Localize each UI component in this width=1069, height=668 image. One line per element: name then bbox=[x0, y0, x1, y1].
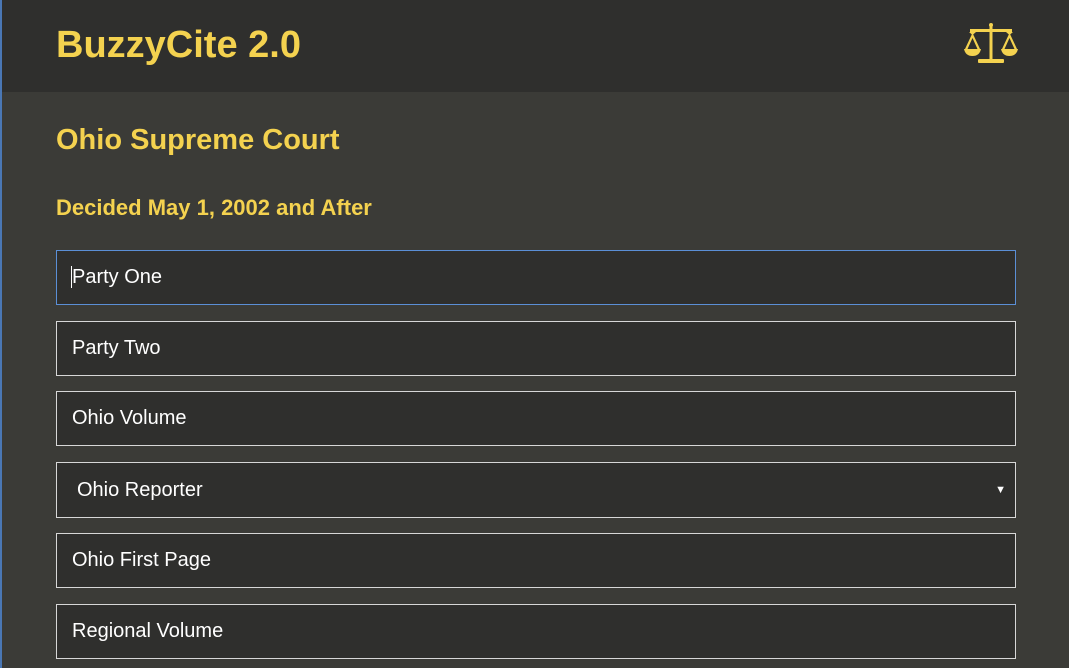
app-header: BuzzyCite 2.0 bbox=[2, 0, 1069, 92]
ohio-reporter-select[interactable]: Ohio Reporter ▼ bbox=[56, 462, 1016, 518]
court-title: Ohio Supreme Court bbox=[56, 124, 340, 156]
window-edge bbox=[0, 0, 2, 668]
balance-scales-icon bbox=[964, 23, 1018, 63]
party-two-input[interactable] bbox=[56, 321, 1016, 376]
decision-date-subtitle: Decided May 1, 2002 and After bbox=[56, 195, 372, 220]
ohio-reporter-selected-value: Ohio Reporter bbox=[77, 479, 203, 501]
ohio-first-page-input[interactable] bbox=[56, 533, 1016, 588]
chevron-down-icon: ▼ bbox=[995, 484, 1006, 496]
app-title: BuzzyCite 2.0 bbox=[56, 24, 301, 66]
ohio-volume-input[interactable] bbox=[56, 391, 1016, 446]
party-one-input[interactable] bbox=[56, 250, 1016, 305]
text-caret bbox=[71, 266, 72, 288]
regional-volume-input[interactable] bbox=[56, 604, 1016, 659]
